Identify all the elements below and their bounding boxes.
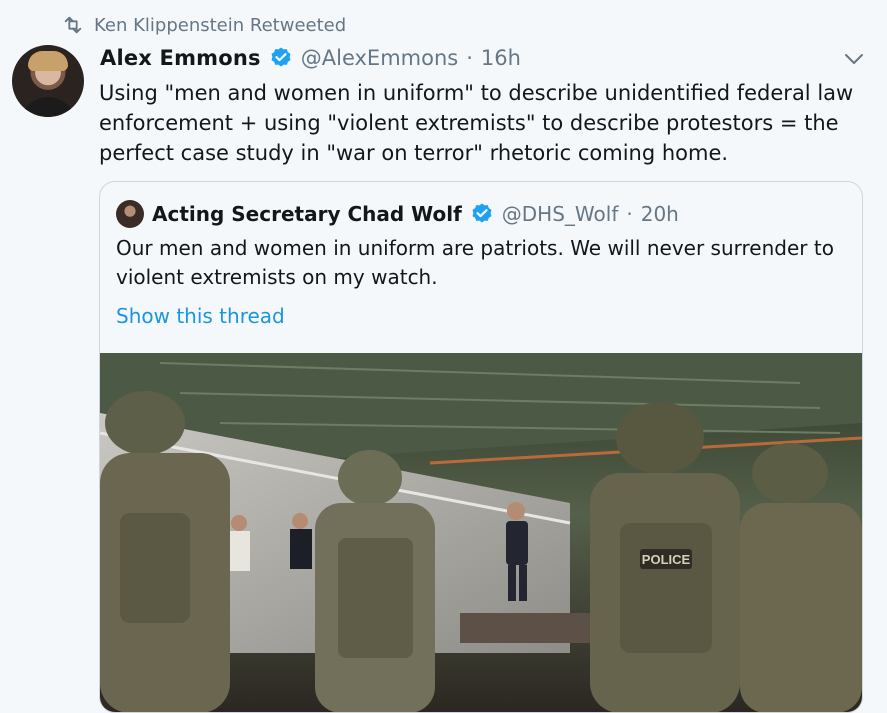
separator-dot: · bbox=[626, 202, 633, 226]
show-thread-link[interactable]: Show this thread bbox=[116, 304, 285, 328]
verified-icon bbox=[472, 203, 492, 223]
quoted-tweet[interactable]: Acting Secretary Chad Wolf @DHS_Wolf · 2… bbox=[99, 181, 863, 713]
quoted-tweet-text: Our men and women in uniform are patriot… bbox=[116, 236, 834, 289]
quoted-author-name: Acting Secretary Chad Wolf bbox=[152, 202, 462, 226]
quoted-tweet-photo[interactable]: POLICE bbox=[100, 353, 862, 713]
retweet-label: Ken Klippenstein Retweeted bbox=[94, 14, 347, 36]
author-name[interactable]: Alex Emmons bbox=[100, 46, 261, 70]
avatar[interactable] bbox=[12, 45, 84, 117]
quoted-tweet-header: Acting Secretary Chad Wolf @DHS_Wolf · 2… bbox=[116, 200, 679, 228]
tweet-text: Using "men and women in uniform" to desc… bbox=[99, 81, 854, 165]
tweet-timestamp[interactable]: 16h bbox=[481, 46, 521, 70]
quoted-avatar bbox=[116, 200, 144, 228]
police-patch-text: POLICE bbox=[642, 552, 691, 567]
stage-steps bbox=[460, 613, 600, 643]
quoted-author-handle: @DHS_Wolf bbox=[501, 202, 619, 226]
verified-icon bbox=[271, 47, 291, 67]
tweet-header: Alex Emmons @AlexEmmons · 16h bbox=[100, 46, 521, 70]
author-handle[interactable]: @AlexEmmons bbox=[301, 46, 458, 70]
retweet-icon bbox=[64, 16, 82, 34]
retweet-context[interactable]: Ken Klippenstein Retweeted bbox=[62, 14, 346, 36]
chevron-down-icon[interactable] bbox=[843, 50, 865, 68]
avatar-shirt bbox=[20, 97, 76, 117]
avatar-hair bbox=[28, 51, 68, 71]
tweet[interactable]: Ken Klippenstein Retweeted Alex Emmons @… bbox=[0, 0, 887, 713]
separator-dot: · bbox=[466, 46, 473, 70]
quoted-timestamp: 20h bbox=[640, 202, 679, 226]
